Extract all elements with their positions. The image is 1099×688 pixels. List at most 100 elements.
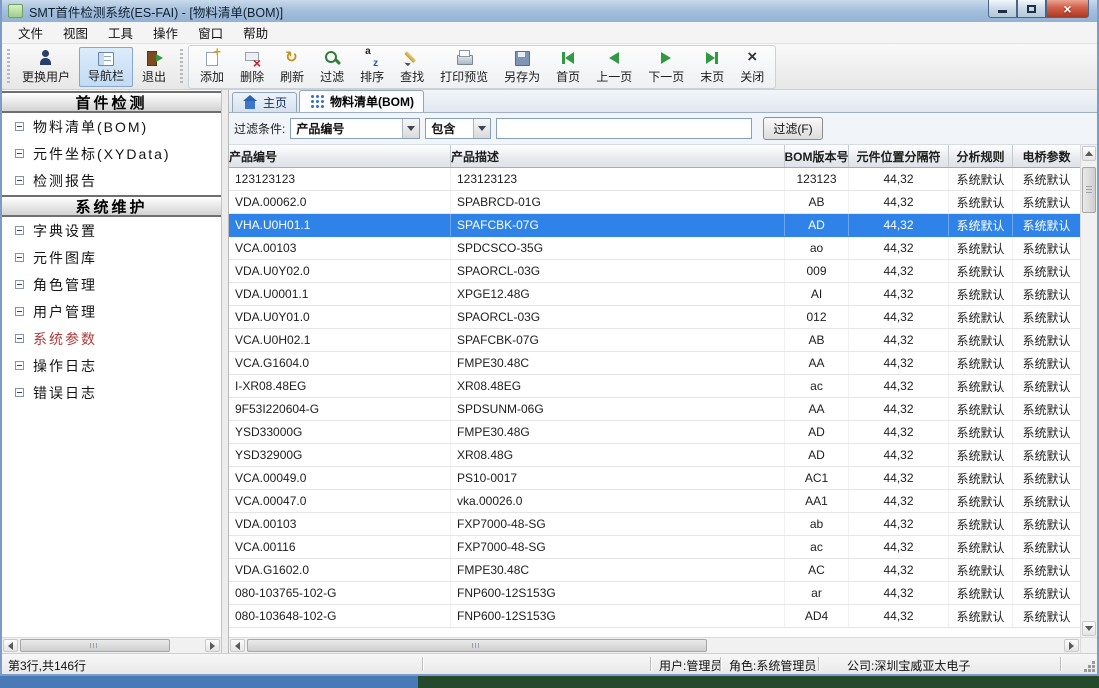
tree-collapse-icon[interactable]	[15, 226, 24, 235]
menu-item[interactable]: 工具	[98, 20, 143, 45]
filter-apply-button[interactable]: 过滤(F)	[763, 117, 822, 140]
menu-item[interactable]: 窗口	[188, 20, 233, 45]
prev-page-button[interactable]: 上一页	[588, 47, 640, 87]
table-row[interactable]: YSD32900GXR08.48GAD44,32系统默认系统默认	[229, 444, 1080, 467]
tab-grid[interactable]: 物料清单(BOM)	[299, 90, 424, 112]
sidebar-horizontal-scrollbar[interactable]	[2, 637, 221, 653]
sidebar-item[interactable]: 操作日志	[2, 352, 221, 379]
table-cell: 系统默认	[1013, 421, 1080, 443]
close-button[interactable]: 关闭	[732, 47, 772, 87]
toolbar-grip[interactable]	[180, 49, 183, 85]
table-column-header[interactable]: 产品编号	[229, 145, 451, 167]
find-button[interactable]: 查找	[392, 47, 432, 87]
tree-collapse-icon[interactable]	[15, 176, 24, 185]
table-row[interactable]: VDA.U0Y01.0SPAORCL-03G01244,32系统默认系统默认	[229, 306, 1080, 329]
menu-item[interactable]: 文件	[8, 20, 53, 45]
tree-collapse-icon[interactable]	[15, 280, 24, 289]
close-button[interactable]: ×	[1046, 0, 1089, 18]
menu-item[interactable]: 视图	[53, 20, 98, 45]
resize-grip[interactable]	[1082, 659, 1095, 672]
title-bar[interactable]: SMT首件检测系统(ES-FAI) - [物料清单(BOM)] ×	[2, 0, 1097, 22]
menu-item[interactable]: 操作	[143, 20, 188, 45]
filter-operator-select[interactable]: 包含	[425, 118, 491, 139]
table-column-header[interactable]: 分析规则	[949, 145, 1013, 167]
restore-button[interactable]	[1017, 0, 1046, 18]
table-row[interactable]: VCA.00049.0PS10-0017AC144,32系统默认系统默认	[229, 467, 1080, 490]
navbar-button[interactable]: 导航栏	[79, 47, 133, 87]
sidebar-item[interactable]: 物料清单(BOM)	[2, 113, 221, 140]
table-row[interactable]: 080-103648-102-GFNP600-12S153GAD444,32系统…	[229, 605, 1080, 628]
sidebar-item[interactable]: 检测报告	[2, 167, 221, 194]
sidebar-item[interactable]: 元件图库	[2, 244, 221, 271]
table-row[interactable]: VDA.00103FXP7000-48-SGab44,32系统默认系统默认	[229, 513, 1080, 536]
tree-collapse-icon[interactable]	[15, 149, 24, 158]
table-row[interactable]: VHA.U0H01.1SPAFCBK-07GAD44,32系统默认系统默认	[229, 214, 1080, 237]
toolbar-button-label: 过滤	[320, 68, 344, 85]
switch-user-button[interactable]: 更换用户	[13, 47, 79, 87]
filter-input[interactable]	[496, 118, 752, 139]
delete-button[interactable]: 删除	[232, 47, 272, 87]
table-column-header[interactable]: 电桥参数	[1013, 145, 1080, 167]
chevron-down-icon[interactable]	[402, 119, 419, 138]
tree-collapse-icon[interactable]	[15, 334, 24, 343]
toolbar-grip[interactable]	[7, 49, 10, 85]
tree-collapse-icon[interactable]	[15, 307, 24, 316]
table-column-header[interactable]: BOM版本号	[785, 145, 849, 167]
table-row[interactable]: VDA.00062.0SPABRCD-01GAB44,32系统默认系统默认	[229, 191, 1080, 214]
scroll-left-arrow[interactable]	[3, 639, 18, 652]
save-as-button[interactable]: 另存为	[496, 47, 548, 87]
table-row[interactable]: VDA.U0001.1XPGE12.48GAI44,32系统默认系统默认	[229, 283, 1080, 306]
scroll-left-arrow[interactable]	[230, 639, 245, 652]
filter-field-select[interactable]: 产品编号	[290, 118, 420, 139]
add-button[interactable]: 添加	[192, 47, 232, 87]
table-horizontal-scrollbar[interactable]	[229, 637, 1080, 653]
table-column-header[interactable]: 元件位置分隔符	[849, 145, 949, 167]
menu-item[interactable]: 帮助	[233, 20, 278, 45]
table-row[interactable]: VCA.00103SPDCSCO-35Gao44,32系统默认系统默认	[229, 237, 1080, 260]
tree-collapse-icon[interactable]	[15, 361, 24, 370]
sidebar-item[interactable]: 用户管理	[2, 298, 221, 325]
table-row[interactable]: 080-103765-102-GFNP600-12S153Gar44,32系统默…	[229, 582, 1080, 605]
scroll-up-arrow[interactable]	[1082, 146, 1096, 161]
table-cell: 系统默认	[949, 214, 1013, 236]
sidebar-item[interactable]: 角色管理	[2, 271, 221, 298]
scroll-right-arrow[interactable]	[205, 639, 220, 652]
print-preview-button[interactable]: 打印预览	[432, 47, 496, 87]
last-page-button[interactable]: 末页	[692, 47, 732, 87]
table-row[interactable]: YSD33000GFMPE30.48GAD44,32系统默认系统默认	[229, 421, 1080, 444]
tree-collapse-icon[interactable]	[15, 388, 24, 397]
table-row[interactable]: 9F53I220604-GSPDSUNM-06GAA44,32系统默认系统默认	[229, 398, 1080, 421]
table-row[interactable]: VCA.U0H02.1SPAFCBK-07GAB44,32系统默认系统默认	[229, 329, 1080, 352]
minimize-button[interactable]	[988, 0, 1017, 18]
scroll-down-arrow[interactable]	[1082, 621, 1096, 636]
table-row[interactable]: VCA.G1604.0FMPE30.48CAA44,32系统默认系统默认	[229, 352, 1080, 375]
table-row[interactable]: VCA.00116FXP7000-48-SGac44,32系统默认系统默认	[229, 536, 1080, 559]
table-column-header[interactable]: 产品描述	[451, 145, 785, 167]
tree-collapse-icon[interactable]	[15, 253, 24, 262]
scroll-right-arrow[interactable]	[1064, 639, 1079, 652]
sidebar-item[interactable]: 错误日志	[2, 379, 221, 406]
next-page-button[interactable]: 下一页	[640, 47, 692, 87]
table-row[interactable]: 12312312312312312312312344,32系统默认系统默认	[229, 168, 1080, 191]
first-page-button[interactable]: 首页	[548, 47, 588, 87]
table-row[interactable]: VDA.U0Y02.0SPAORCL-03G00944,32系统默认系统默认	[229, 260, 1080, 283]
filter-button[interactable]: 过滤	[312, 47, 352, 87]
tree-collapse-icon[interactable]	[15, 122, 24, 131]
table-row[interactable]: VDA.G1602.0FMPE30.48CAC44,32系统默认系统默认	[229, 559, 1080, 582]
refresh-button[interactable]: 刷新	[272, 47, 312, 87]
scrollbar-thumb[interactable]	[1082, 167, 1096, 213]
table-vertical-scrollbar[interactable]	[1080, 145, 1097, 637]
tab-home[interactable]: 主页	[232, 92, 297, 112]
sidebar-item[interactable]: 字典设置	[2, 217, 221, 244]
sort-button[interactable]: 排序	[352, 47, 392, 87]
sidebar-item[interactable]: 元件坐标(XYData)	[2, 140, 221, 167]
scrollbar-thumb[interactable]	[247, 639, 707, 652]
sidebar-splitter[interactable]	[221, 90, 229, 653]
table-row[interactable]: VCA.00047.0vka.00026.0AA144,32系统默认系统默认	[229, 490, 1080, 513]
sidebar-item[interactable]: 系统参数	[2, 325, 221, 352]
chevron-down-icon[interactable]	[473, 119, 490, 138]
scrollbar-thumb[interactable]	[20, 639, 170, 652]
table-row[interactable]: I-XR08.48EGXR08.48EGac44,32系统默认系统默认	[229, 375, 1080, 398]
table-cell: VDA.U0Y02.0	[229, 260, 451, 282]
exit-button[interactable]: 退出	[133, 47, 175, 87]
